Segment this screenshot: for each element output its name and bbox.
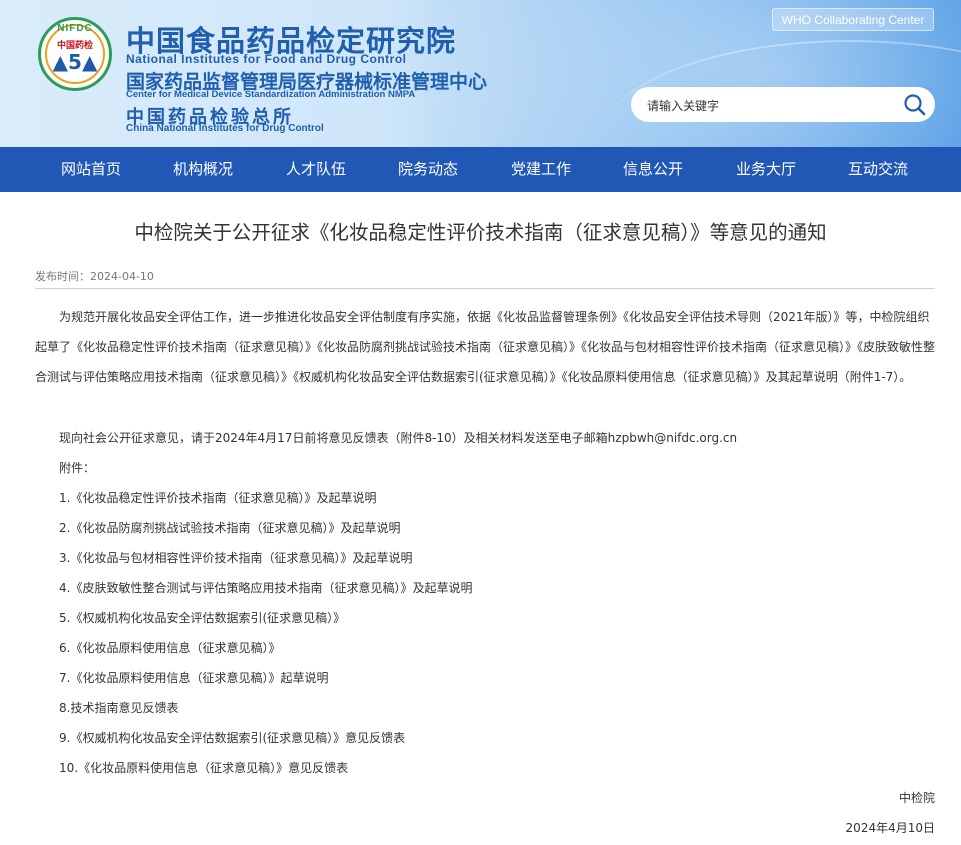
logo-emblem-icon: ▲5▲ [52, 50, 98, 74]
who-collaborating-center-link[interactable]: WHO Collaborating Center [772, 8, 934, 31]
attachment-item[interactable]: 1.《化妆品稳定性评价技术指南（征求意见稿）》及起草说明 [59, 489, 376, 506]
publish-meta: 发布时间：2024-04-10 [35, 268, 154, 284]
nifdc-logo[interactable]: NIFDC 中国药检 ▲5▲ [38, 17, 112, 91]
site-title-en: National Institutes for Food and Drug Co… [126, 52, 407, 66]
nav-item-party[interactable]: 党建工作 [485, 147, 597, 192]
search-icon [904, 94, 926, 116]
main-nav: 网站首页 机构概况 人才队伍 院务动态 党建工作 信息公开 业务大厅 互动交流 [0, 147, 961, 192]
attachment-item[interactable]: 4.《皮肤致敏性整合测试与评估策略应用技术指南（征求意见稿）》及起草说明 [59, 579, 472, 596]
attachment-item[interactable]: 9.《权威机构化妆品安全评估数据索引(征求意见稿）》意见反馈表 [59, 729, 405, 746]
divider [35, 288, 935, 289]
logo-top-text: NIFDC [57, 23, 93, 34]
nav-item-news[interactable]: 院务动态 [372, 147, 484, 192]
nav-item-about[interactable]: 机构概况 [147, 147, 259, 192]
attachment-item[interactable]: 8.技术指南意见反馈表 [59, 699, 178, 716]
attachment-item[interactable]: 7.《化妆品原料使用信息（征求意见稿）》起草说明 [59, 669, 328, 686]
publish-date: 2024-04-10 [90, 270, 154, 283]
nav-item-services[interactable]: 业务大厅 [710, 147, 822, 192]
signature-date: 2024年4月10日 [845, 821, 935, 835]
article-title: 中检院关于公开征求《化妆品稳定性评价技术指南（征求意见稿）》等意见的通知 [134, 221, 827, 244]
site-header: NIFDC 中国药检 ▲5▲ 中国食品药品检定研究院 National Inst… [0, 0, 961, 147]
nav-item-talent[interactable]: 人才队伍 [260, 147, 372, 192]
article-paragraph-2: 现向社会公开征求意见，请于2024年4月17日前将意见反馈表（附件8-10）及相… [59, 431, 738, 445]
center-name-en: Center for Medical Device Standardizatio… [126, 89, 416, 100]
attachments-label: 附件： [59, 461, 96, 475]
search-input[interactable] [645, 95, 889, 117]
signature: 中检院 [898, 791, 935, 805]
attachment-item[interactable]: 2.《化妆品防腐剂挑战试验技术指南（征求意见稿）》及起草说明 [59, 519, 400, 536]
nav-item-interaction[interactable]: 互动交流 [822, 147, 934, 192]
search-box [631, 87, 935, 122]
publish-date-label: 发布时间： [35, 270, 90, 283]
attachment-item[interactable]: 5.《权威机构化妆品安全评估数据索引(征求意见稿）》 [59, 609, 345, 626]
nav-item-disclosure[interactable]: 信息公开 [597, 147, 709, 192]
article-paragraph-1: 为规范开展化妆品安全评估工作，进一步推进化妆品安全评估制度有序实施，依据《化妆品… [35, 310, 936, 384]
nav-item-home[interactable]: 网站首页 [35, 147, 147, 192]
bureau-name-en: China National Institutes for Drug Contr… [126, 123, 324, 134]
search-button[interactable] [901, 91, 929, 119]
attachment-item[interactable]: 10.《化妆品原料使用信息（征求意见稿）》意见反馈表 [59, 759, 348, 776]
attachment-item[interactable]: 6.《化妆品原料使用信息（征求意见稿）》 [59, 639, 280, 656]
attachment-item[interactable]: 3.《化妆品与包材相容性评价技术指南（征求意见稿）》及起草说明 [59, 549, 412, 566]
